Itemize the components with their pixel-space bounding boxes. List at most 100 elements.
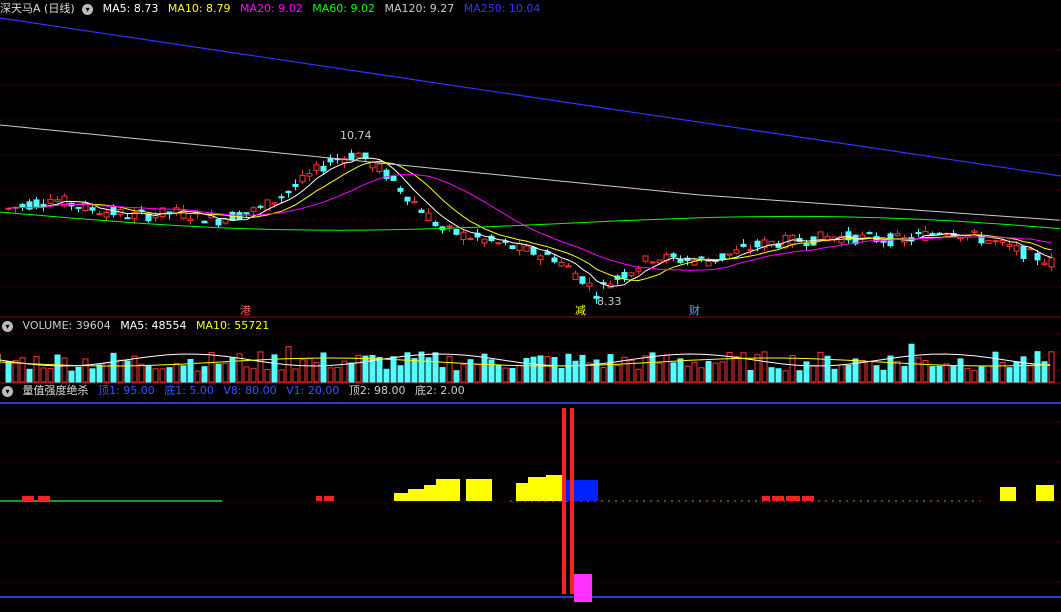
candle-body xyxy=(516,243,523,251)
volume-bar xyxy=(572,360,579,383)
volume-bar xyxy=(26,368,33,383)
ma10-line xyxy=(8,160,1052,282)
volume-bar xyxy=(404,352,411,383)
volume-bar xyxy=(950,365,957,383)
candle-body xyxy=(698,256,705,259)
volume-bar xyxy=(579,354,586,383)
ma120-label: MA120: 9.27 xyxy=(384,2,455,15)
volume-bar xyxy=(712,362,719,383)
volume-bar xyxy=(180,365,187,383)
stock-chart[interactable] xyxy=(0,0,1061,612)
volume-bar xyxy=(138,363,145,383)
candle-body xyxy=(733,249,740,254)
volume-bar xyxy=(376,356,383,383)
candle-body xyxy=(530,246,537,255)
volume-bar xyxy=(509,367,516,383)
volume-bar xyxy=(75,366,82,383)
candle-body xyxy=(292,183,299,187)
volume-bar xyxy=(173,362,180,383)
volume-bar xyxy=(159,368,166,383)
signal-bar-yellow xyxy=(408,489,424,501)
candle-body xyxy=(47,198,54,204)
volume-bar xyxy=(873,365,880,383)
volume-panel-header: ▾ VOLUME: 39604 MA5: 48554 MA10: 55721 xyxy=(0,318,275,334)
volume-bar xyxy=(999,361,1006,383)
candle-body xyxy=(222,218,229,224)
marker-reduce[interactable]: 减 xyxy=(575,302,586,318)
volume-bar xyxy=(348,362,355,383)
candle-body xyxy=(586,282,593,287)
signal-bar-blue xyxy=(564,480,598,501)
volume-bar xyxy=(355,354,362,383)
marker-hk[interactable]: 港 xyxy=(240,302,251,318)
volume-bar xyxy=(719,361,726,383)
candle-body xyxy=(187,218,194,222)
volume-bar xyxy=(306,357,313,383)
candle-body xyxy=(894,233,901,237)
volume-bar xyxy=(740,352,747,383)
candle-body xyxy=(726,253,733,256)
param-bottom2: 底2: 2.00 xyxy=(415,384,465,397)
volume-bar xyxy=(698,367,705,383)
volume-ma10-label: MA10: 55721 xyxy=(195,319,270,332)
volume-bar xyxy=(495,364,502,383)
settings-icon[interactable]: ▾ xyxy=(2,385,13,397)
candle-body xyxy=(1048,257,1055,268)
param-bottom1: 底1: 5.00 xyxy=(164,384,214,397)
volume-bar xyxy=(768,367,775,383)
volume-bar xyxy=(929,366,936,383)
signal-bar-yellow xyxy=(528,477,546,501)
ma120-line xyxy=(0,124,1061,221)
volume-bar xyxy=(369,354,376,383)
volume-bar xyxy=(257,351,264,383)
settings-icon[interactable]: ▾ xyxy=(82,3,94,15)
volume-bar xyxy=(187,358,194,383)
candle-body xyxy=(915,232,922,235)
candle-body xyxy=(348,152,355,161)
volume-bar xyxy=(264,369,271,383)
candle-body xyxy=(418,209,425,213)
volume-bar xyxy=(789,355,796,383)
candle-body xyxy=(320,165,327,172)
candle-body xyxy=(992,240,999,243)
volume-bar xyxy=(859,359,866,383)
candle-body xyxy=(425,212,432,222)
volume-bar xyxy=(453,370,460,383)
volume-bar xyxy=(887,355,894,383)
candle-body xyxy=(999,239,1006,243)
volume-bar xyxy=(663,354,670,383)
volume-bar xyxy=(292,368,299,383)
indicator-panel-header: ▾ 量值强度绝杀 顶1: 95.00 底1: 5.00 V8: 80.00 V1… xyxy=(0,383,471,399)
volume-bar xyxy=(1013,361,1020,383)
volume-bar xyxy=(201,366,208,383)
volume-bar xyxy=(446,355,453,383)
candle-body xyxy=(1020,245,1027,259)
candle-body xyxy=(432,221,439,227)
candle-body xyxy=(705,261,712,267)
candle-body xyxy=(628,272,635,277)
volume-ma5-label: MA5: 48554 xyxy=(120,319,187,332)
settings-icon[interactable]: ▾ xyxy=(2,320,13,332)
volume-bar xyxy=(635,368,642,383)
volume-bar xyxy=(894,360,901,383)
candle-body xyxy=(446,225,453,228)
volume-bar xyxy=(866,361,873,383)
volume-bar xyxy=(124,360,131,383)
volume-bar xyxy=(880,369,887,383)
signal-bar-yellow xyxy=(1036,485,1054,501)
candle-body xyxy=(677,259,684,263)
volume-bar xyxy=(243,366,250,383)
candle-body xyxy=(299,174,306,183)
signal-bar-red xyxy=(38,496,50,501)
stock-title: 深天马A (日线) xyxy=(0,2,75,15)
volume-bar xyxy=(684,365,691,383)
volume-bar xyxy=(824,355,831,383)
signal-bar-red xyxy=(22,496,34,501)
volume-bar xyxy=(299,359,306,383)
volume-bar xyxy=(656,362,663,383)
marker-finance[interactable]: 财 xyxy=(689,302,700,318)
param-top2: 顶2: 98.00 xyxy=(348,384,406,397)
ma5-label: MA5: 8.73 xyxy=(102,2,159,15)
volume-bar xyxy=(250,367,257,383)
signal-spike-red xyxy=(570,408,574,594)
